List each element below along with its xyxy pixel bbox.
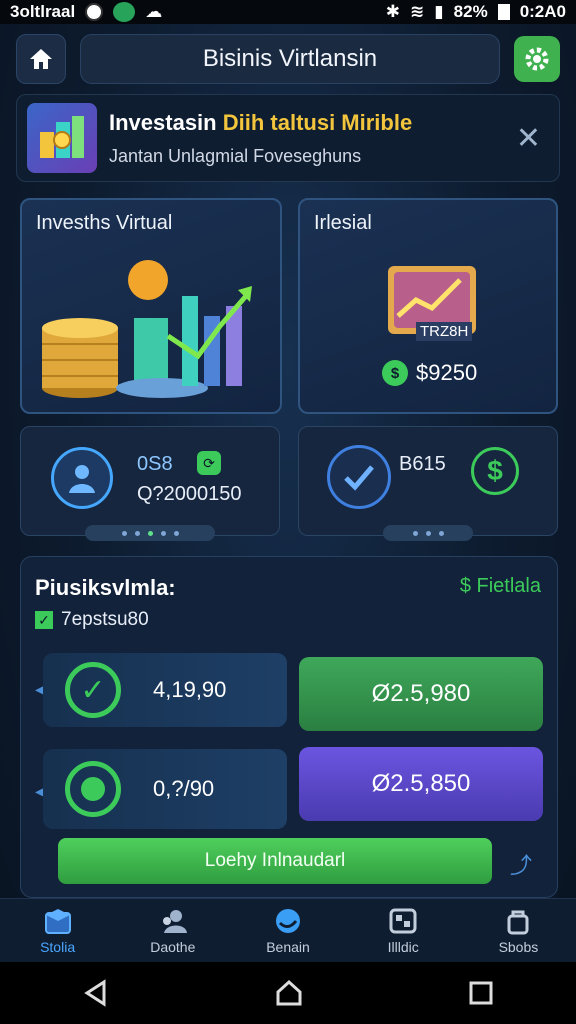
profile-stats-card[interactable]: 0S8 ⟳ Q?2000150 <box>20 426 280 541</box>
promo-banner[interactable]: Investasin Diih taltusi Mirible Jantan U… <box>16 94 560 182</box>
chart-label: TRZ8H <box>416 322 473 341</box>
nav-item-illldic[interactable]: Illldic <box>346 899 461 962</box>
signal-icon: ▮ <box>434 2 444 21</box>
bluetooth-icon: ✱ <box>385 2 401 21</box>
checkbox-row[interactable]: ✓ 7epstsu80 <box>35 609 149 631</box>
stat-value: Q?2000150 <box>137 483 242 505</box>
option-value: 0,?/90 <box>153 776 215 801</box>
primary-cta-button[interactable]: Loehy Inlnaudarl <box>58 838 492 884</box>
statistic-card[interactable]: Irlesial TRZ8H $ $9250 <box>298 198 558 414</box>
nav-item-benain[interactable]: Benain <box>230 899 345 962</box>
carrier-text: 3oltlraal <box>10 2 76 21</box>
nav-label: Sbobs <box>498 938 539 955</box>
circle-icon <box>276 908 300 933</box>
box-icon <box>44 908 71 934</box>
nav-item-sbobs[interactable]: Sbobs <box>461 899 576 962</box>
checkmark-icon <box>327 445 391 509</box>
verified-stats-card[interactable]: B615 $ <box>298 426 558 541</box>
checkbox[interactable]: ✓ <box>35 611 53 629</box>
cloud-icon: ☁ <box>145 2 163 21</box>
card-title: Invesths Virtual <box>36 212 173 234</box>
pager-dots <box>85 525 215 541</box>
dollar-circle-icon: $ <box>471 447 519 495</box>
coins-chart-illustration <box>42 260 252 398</box>
nav-item-daothe[interactable]: Daothe <box>115 899 230 962</box>
price-button[interactable]: Ø2.5,980 <box>299 657 543 731</box>
settings-button[interactable] <box>514 36 560 82</box>
panel-title: Piusiksvlmla: <box>35 575 176 600</box>
option-row[interactable]: 0,?/90 <box>43 749 287 829</box>
option-value: 4,19,90 <box>153 677 227 702</box>
stat-label: 0S8 <box>137 453 173 475</box>
status-bar: 3oltlraal ☁ ✱ ≋ ▮ 82% 0:2A0 <box>0 0 576 24</box>
battery-icon <box>497 4 510 20</box>
checkbox-label: 7epstsu80 <box>61 609 149 630</box>
nav-label: Stolia <box>40 938 76 955</box>
avatar <box>51 447 113 509</box>
home-icon <box>30 49 52 69</box>
app-logo-icon <box>27 103 97 173</box>
wifi-icon: ≋ <box>410 2 425 21</box>
refresh-badge-icon <box>65 761 121 817</box>
gear-icon <box>525 47 549 71</box>
nav-item-stolia[interactable]: Stolia <box>0 899 115 962</box>
banner-title: Investasin Diih taltusi Mirible <box>109 109 413 135</box>
app-header: Bisinis Virtlansin <box>16 30 560 88</box>
dollar-badge-icon: $ <box>382 360 408 386</box>
soccer-icon <box>85 3 104 21</box>
banner-subtitle: Jantan Unlagmial Foveseghuns <box>109 145 362 166</box>
price-button[interactable]: Ø2.5,850 <box>299 747 543 821</box>
link-icon: ⟳ <box>197 451 221 475</box>
share-icon[interactable]: ⤴ <box>510 848 532 880</box>
clock: 0:2A0 <box>519 2 566 21</box>
nav-label: Daothe <box>150 938 196 955</box>
option-row[interactable]: ✓ 4,19,90 <box>43 653 287 727</box>
close-icon[interactable]: ✕ <box>516 121 541 156</box>
home-icon[interactable] <box>274 978 304 1008</box>
home-button[interactable] <box>16 34 66 84</box>
bottom-navigation: Stolia Daothe Benain Illldic Sbobs <box>0 898 576 962</box>
grid-icon <box>389 908 417 933</box>
people-icon <box>162 909 187 933</box>
recents-icon[interactable] <box>468 980 494 1006</box>
bag-icon <box>507 910 529 934</box>
nav-label: Illldic <box>387 938 419 955</box>
page-title: Bisinis Virtlansin <box>80 34 500 84</box>
battery-percent: 82% <box>453 2 488 21</box>
nav-label: Benain <box>266 938 310 955</box>
app-notification-icon <box>113 2 136 22</box>
check-badge-icon: ✓ <box>65 662 121 718</box>
stat-label: B615 <box>399 453 446 475</box>
pager-dots <box>383 525 473 541</box>
panel-link[interactable]: $ Fietlala <box>460 575 541 598</box>
system-navigation-bar <box>0 962 576 1024</box>
amount-value: $9250 <box>416 360 478 385</box>
virtual-investment-card[interactable]: Invesths Virtual <box>20 198 282 414</box>
user-icon <box>69 465 95 493</box>
back-icon[interactable] <box>82 979 110 1007</box>
card-title: Irlesial <box>314 212 372 234</box>
amount-row: $ $9250 <box>382 360 477 386</box>
